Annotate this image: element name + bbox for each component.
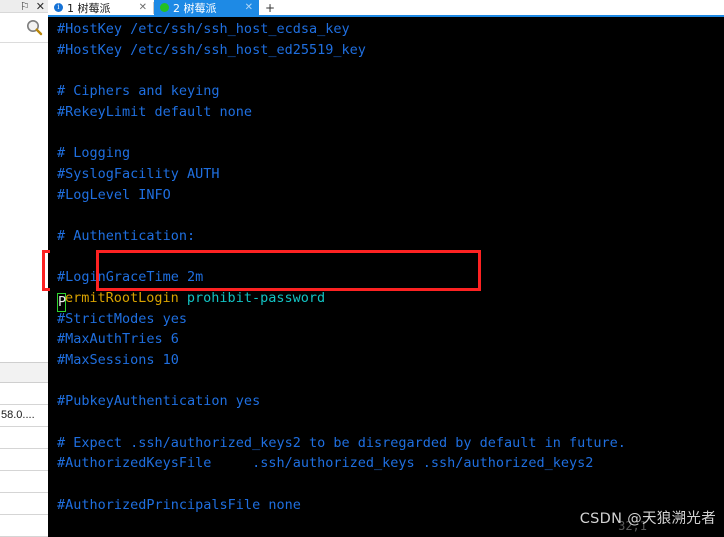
terminal-text-span: #PubkeyAuthentication yes xyxy=(57,393,261,410)
tab-label: 1 树莓派 xyxy=(67,1,111,15)
list-item[interactable] xyxy=(0,427,48,449)
list-item[interactable]: 58.0.... xyxy=(0,405,48,427)
terminal-text-span: #HostKey /etc/ssh/ssh_host_ed25519_key xyxy=(57,41,366,58)
terminal-line: #MaxSessions 10 xyxy=(57,350,724,371)
terminal-text-span: #RekeyLimit default none xyxy=(57,103,253,120)
list-item[interactable] xyxy=(0,383,48,405)
left-sidebar-panel: ⚐ ✕ 58.0.... xyxy=(0,0,48,537)
terminal-line: #AuthorizedKeysFile .ssh/authorized_keys… xyxy=(57,453,724,474)
terminal-line: #PubkeyAuthentication yes xyxy=(57,391,724,412)
terminal-text-span: # Ciphers and keying xyxy=(57,83,220,100)
terminal-line: #SyslogFacility AUTH xyxy=(57,164,724,185)
terminal-line: #HostKey /etc/ssh/ssh_host_ecdsa_key xyxy=(57,19,724,40)
terminal-text-span: # Authentication: xyxy=(57,227,196,244)
terminal-output[interactable]: #HostKey /etc/ssh/ssh_host_ecdsa_key #Hos… xyxy=(48,17,724,537)
terminal-line: #LoginGraceTime 2m xyxy=(57,267,724,288)
tab-bar-empty-area xyxy=(281,0,724,15)
connected-dot-icon xyxy=(160,3,169,12)
terminal-line: #StrictModes yes xyxy=(57,309,724,330)
terminal-text-span: #SyslogFacility AUTH xyxy=(57,165,220,182)
terminal-text-span: prohibit-password xyxy=(186,289,326,306)
tab-label: 2 树莓派 xyxy=(173,1,217,15)
terminal-text-span: #LoginGraceTime 2m xyxy=(57,269,204,286)
terminal-text-span: #HostKey /etc/ssh/ssh_host_ecdsa_key xyxy=(57,21,350,37)
terminal-text-span: #LogLevel INFO xyxy=(57,186,171,203)
terminal-text-span: #AuthorizedPrincipalsFile none xyxy=(57,496,301,513)
close-icon[interactable]: ✕ xyxy=(36,1,45,12)
terminal-line: #RekeyLimit default none xyxy=(57,102,724,123)
terminal-line: # Authentication: xyxy=(57,226,724,247)
terminal-text-span: #MaxSessions 10 xyxy=(57,352,179,368)
sidebar-tree-pane[interactable] xyxy=(0,43,48,363)
tab-close-icon[interactable]: ✕ xyxy=(139,2,147,13)
new-tab-button[interactable]: + xyxy=(259,0,281,15)
app-root: ⚐ ✕ 58.0.... i 1 树莓派 ✕ 2 树莓派 ✕ + #HostKe… xyxy=(0,0,724,537)
terminal-text-span: #StrictModes yes xyxy=(57,310,188,327)
terminal-line: # Logging xyxy=(57,143,724,164)
sidebar-search-row[interactable] xyxy=(0,13,48,43)
terminal-line: #MaxAuthTries 6 xyxy=(57,329,724,350)
terminal-text-lines: #HostKey /etc/ssh/ssh_host_ecdsa_key #Hos… xyxy=(57,19,724,537)
list-item[interactable] xyxy=(0,449,48,471)
list-item[interactable] xyxy=(0,493,48,515)
terminal-line: # Ciphers and keying xyxy=(57,81,724,102)
terminal-pane-container: 1 树莓派 ✕ 2 树莓派 ✕ + #HostKey /etc/ssh/ssh_… xyxy=(48,0,724,537)
list-item[interactable] xyxy=(0,471,48,493)
tab-session-2[interactable]: 2 树莓派 ✕ xyxy=(154,0,259,15)
sidebar-session-list[interactable]: 58.0.... xyxy=(0,383,48,537)
info-circle-icon xyxy=(54,2,63,12)
terminal-line: PermitRootLogin prohibit-password xyxy=(57,288,724,312)
terminal-line: # Expect .ssh/authorized_keys2 to be dis… xyxy=(57,433,724,454)
search-icon[interactable] xyxy=(26,19,43,36)
list-item[interactable] xyxy=(0,515,48,537)
pin-icon[interactable]: ⚐ xyxy=(20,1,30,12)
terminal-line: #LogLevel INFO xyxy=(57,185,724,206)
tab-bar: 1 树莓派 ✕ 2 树莓派 ✕ + xyxy=(48,0,724,15)
sidebar-titlebar: ⚐ ✕ xyxy=(0,0,48,13)
annotation-highlight-rectangle-overflow xyxy=(42,250,50,291)
sidebar-list-header xyxy=(0,363,48,383)
terminal-text-span: # Logging xyxy=(57,145,131,162)
terminal-line: #HostKey /etc/ssh/ssh_host_ed25519_key xyxy=(57,40,724,61)
csdn-watermark: CSDN @天狼溯光者 xyxy=(579,511,716,527)
terminal-text-span: #AuthorizedKeysFile .ssh/authorized_keys… xyxy=(57,455,594,472)
terminal-text-span: #MaxAuthTries 6 xyxy=(57,331,179,348)
tab-close-icon[interactable]: ✕ xyxy=(245,2,253,13)
terminal-text-span: ermitRootLogin xyxy=(65,289,187,306)
terminal-text-span: # Expect .ssh/authorized_keys2 to be dis… xyxy=(57,434,626,451)
tab-session-1[interactable]: 1 树莓派 ✕ xyxy=(48,0,153,15)
